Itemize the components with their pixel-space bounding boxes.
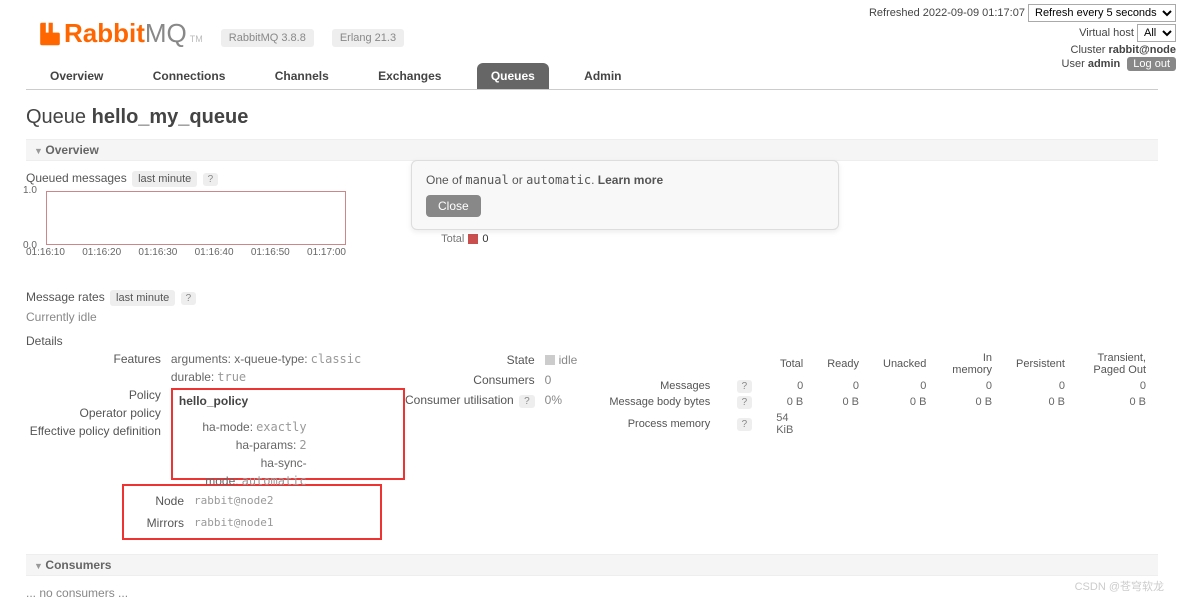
table-row: Process memory? 54 KiB [597,410,1158,438]
idle-swatch-icon [545,355,555,365]
logo[interactable]: RabbitMQ TM [36,18,203,49]
logo-text: RabbitMQ [64,18,187,49]
lbl-eff-policy: Effective policy definition [26,422,161,440]
watermark: CSDN @苍穹软龙 [1075,578,1164,594]
chart-x-ticks: 01:16:1001:16:2001:16:3001:16:4001:16:50… [26,245,346,258]
lbl-features: Features [26,350,161,368]
logout-button[interactable]: Log out [1127,57,1176,71]
policy-name[interactable]: hello_policy [179,394,397,408]
learn-more-link[interactable]: Learn more [598,173,663,187]
tooltip-close-button[interactable]: Close [426,195,481,217]
page-title: Queue hello_my_queue [26,106,1158,129]
tab-connections[interactable]: Connections [139,63,240,89]
refreshed-text: Refreshed 2022-09-09 01:17:07 [869,7,1025,19]
table-row: Messages? 000000 [597,378,1158,394]
help-icon[interactable]: ? [737,380,753,393]
erlang-version-badge: Erlang 21.3 [332,29,404,47]
message-rates-header: Message rates last minute ? [26,290,1158,304]
details-label: Details [26,334,1158,348]
swatch-total [468,234,478,244]
tab-channels[interactable]: Channels [261,63,343,89]
node-value: rabbit@node2 [194,490,273,512]
rates-idle-text: Currently idle [26,310,1158,324]
vhost-select[interactable]: All [1137,24,1176,42]
node-box: Node Mirrors rabbit@node2 rabbit@node1 [122,484,382,540]
queued-range-chip[interactable]: last minute [132,171,197,187]
section-overview-header[interactable]: Overview [26,139,1158,161]
table-row: Message body bytes? 0 B0 B0 B0 B0 B0 B [597,394,1158,410]
chart-y-min: 0.0 [23,240,37,251]
mirror-value: rabbit@node1 [194,512,273,534]
lbl-op-policy: Operator policy [26,404,161,422]
cluster-label: Cluster [1071,44,1106,56]
rates-help-icon[interactable]: ? [181,292,197,305]
topbar: Refreshed 2022-09-09 01:17:07 Refresh ev… [861,0,1184,76]
lbl-mirrors: Mirrors [130,512,184,534]
lbl-node: Node [130,490,184,512]
help-tooltip: One of manual or automatic. Learn more C… [411,160,839,230]
queued-chart: 1.0 0.0 01:16:1001:16:2001:16:3001:16:40… [26,191,346,258]
tab-overview[interactable]: Overview [36,63,117,89]
rabbitmq-icon [36,20,64,48]
user-value: admin [1088,58,1120,70]
refresh-interval-select[interactable]: Refresh every 5 seconds [1028,4,1176,22]
tab-queues[interactable]: Queues [477,63,549,89]
queued-help-icon[interactable]: ? [203,173,219,186]
rabbitmq-version-badge: RabbitMQ 3.8.8 [221,29,314,47]
vhost-label: Virtual host [1079,27,1134,39]
logo-tm: TM [190,34,203,44]
help-icon[interactable]: ? [737,396,753,409]
cutil-help-icon[interactable]: ? [519,395,535,408]
section-consumers-header[interactable]: Consumers [26,554,1158,576]
stats-table: TotalReadyUnackedIn memoryPersistentTran… [597,350,1158,438]
tab-exchanges[interactable]: Exchanges [364,63,455,89]
user-label: User [1062,58,1085,70]
tab-admin[interactable]: Admin [570,63,635,89]
policy-box: hello_policy ha-mode:exactly ha-params:2… [171,388,405,480]
help-icon[interactable]: ? [737,418,753,431]
chart-y-max: 1.0 [23,185,37,196]
rates-range-chip[interactable]: last minute [110,290,175,306]
cluster-value: rabbit@node [1108,44,1176,56]
no-consumers-text: ... no consumers ... [26,586,1158,600]
lbl-policy: Policy [26,386,161,404]
